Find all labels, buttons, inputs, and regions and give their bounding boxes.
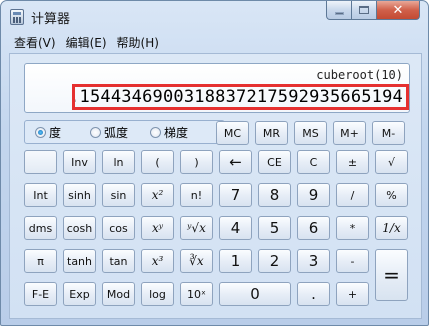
close-icon: ✕ [392, 2, 404, 18]
radio-unselected-icon [150, 126, 162, 138]
backspace-button[interactable]: ← [219, 150, 252, 174]
int-button[interactable]: Int [24, 183, 57, 207]
menu-help[interactable]: 帮助(H) [112, 34, 164, 51]
multiply-button[interactable]: * [336, 216, 369, 240]
tanh-button[interactable]: tanh [63, 249, 96, 273]
radio-unselected-icon [90, 126, 102, 138]
ten-power-button[interactable]: 10ˣ [180, 282, 213, 306]
calculator-body: cuberoot(10) 2.1544346900318837217592935… [9, 53, 422, 319]
minimize-icon [334, 11, 344, 15]
pi-button[interactable]: π [24, 249, 57, 273]
equals-button[interactable]: = [375, 249, 408, 301]
calculator-window: 计算器 ✕ 查看(V) 编辑(E) 帮助(H) cuberoot(10) 2.1… [0, 0, 429, 326]
mode-label: 弧度 [104, 125, 129, 140]
close-button[interactable]: ✕ [377, 1, 420, 20]
square-button[interactable]: x² [141, 183, 174, 207]
cosh-button[interactable]: cosh [63, 216, 96, 240]
calculator-app-icon [10, 9, 24, 25]
cos-button[interactable]: cos [102, 216, 135, 240]
clear-button[interactable]: C [297, 150, 330, 174]
y-root-button[interactable]: ʸ√x [180, 216, 213, 240]
decimal-point-button[interactable]: . [297, 282, 330, 306]
digit-0-button[interactable]: 0 [219, 282, 291, 306]
digit-4-button[interactable]: 4 [219, 216, 252, 240]
cube-root-button[interactable]: ∛x [180, 249, 213, 273]
maximize-button[interactable] [352, 1, 377, 20]
mode-gradians-radio[interactable]: 梯度 [150, 124, 188, 141]
memory-recall-button[interactable]: MR [255, 121, 288, 145]
maximize-icon [359, 6, 369, 14]
tan-button[interactable]: tan [102, 249, 135, 273]
subtract-button[interactable]: - [336, 249, 369, 273]
mode-degrees-radio[interactable]: 度 [35, 124, 61, 141]
result-display: 2.1544346900318837217592935665194 [72, 84, 409, 110]
memory-clear-button[interactable]: MC [216, 121, 249, 145]
menu-bar: 查看(V) 编辑(E) 帮助(H) [9, 32, 422, 52]
reciprocal-button[interactable]: 1/x [375, 216, 408, 240]
memory-add-button[interactable]: M+ [333, 121, 366, 145]
add-button[interactable]: + [336, 282, 369, 306]
right-paren-button[interactable]: ) [180, 150, 213, 174]
left-paren-button[interactable]: ( [141, 150, 174, 174]
mode-label: 梯度 [164, 125, 189, 140]
digit-1-button[interactable]: 1 [219, 249, 252, 273]
digit-8-button[interactable]: 8 [258, 183, 291, 207]
digit-9-button[interactable]: 9 [297, 183, 330, 207]
fixed-exponential-button[interactable]: F-E [24, 282, 57, 306]
menu-view[interactable]: 查看(V) [9, 34, 61, 51]
clear-entry-button[interactable]: CE [258, 150, 291, 174]
power-button[interactable]: xʸ [141, 216, 174, 240]
caption-buttons: ✕ [326, 1, 420, 21]
angle-mode-group: 度 弧度 梯度 [24, 120, 225, 144]
digit-6-button[interactable]: 6 [297, 216, 330, 240]
sin-button[interactable]: sin [102, 183, 135, 207]
dms-button[interactable]: dms [24, 216, 57, 240]
window-title: 计算器 [31, 12, 71, 27]
inverse-button[interactable]: Inv [63, 150, 96, 174]
digit-3-button[interactable]: 3 [297, 249, 330, 273]
digit-5-button[interactable]: 5 [258, 216, 291, 240]
mode-label: 度 [49, 125, 62, 140]
memory-subtract-button[interactable]: M- [372, 121, 405, 145]
mod-button[interactable]: Mod [102, 282, 135, 306]
display-panel: cuberoot(10) 2.1544346900318837217592935… [24, 63, 410, 113]
digit-2-button[interactable]: 2 [258, 249, 291, 273]
sinh-button[interactable]: sinh [63, 183, 96, 207]
square-root-button[interactable]: √ [375, 150, 408, 174]
backspace-icon: ← [229, 153, 242, 171]
title-bar[interactable]: 计算器 ✕ [1, 1, 428, 31]
radio-selected-icon [35, 126, 46, 138]
log-button[interactable]: log [141, 282, 174, 306]
digit-7-button[interactable]: 7 [219, 183, 252, 207]
ln-button[interactable]: ln [102, 150, 135, 174]
minimize-button[interactable] [326, 1, 352, 20]
menu-edit[interactable]: 编辑(E) [61, 34, 112, 51]
mode-radians-radio[interactable]: 弧度 [90, 124, 128, 141]
cube-button[interactable]: x³ [141, 249, 174, 273]
percent-button[interactable]: % [375, 183, 408, 207]
memory-store-button[interactable]: MS [294, 121, 327, 145]
plus-minus-button[interactable]: ± [336, 150, 369, 174]
factorial-button[interactable]: n! [180, 183, 213, 207]
blank-button [24, 150, 57, 174]
divide-button[interactable]: / [336, 183, 369, 207]
exp-button[interactable]: Exp [63, 282, 96, 306]
expression-display: cuberoot(10) [316, 68, 403, 82]
